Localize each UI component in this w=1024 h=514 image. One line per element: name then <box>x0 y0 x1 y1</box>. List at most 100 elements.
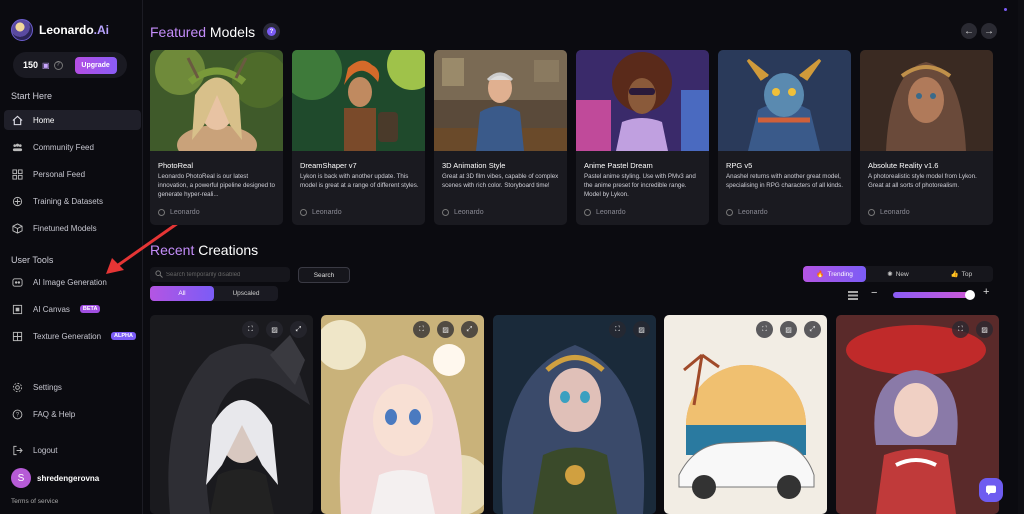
search-button[interactable]: Search <box>298 267 350 283</box>
tab-new[interactable]: ✺ New <box>866 266 929 282</box>
sidebar-item-faq-help[interactable]: ? FAQ & Help <box>4 404 141 424</box>
brand[interactable]: Leonardo.Ai <box>11 19 109 41</box>
remix-icon[interactable]: ⛶ <box>242 321 259 338</box>
sidebar-item-label: Training & Datasets <box>33 196 103 206</box>
sidebar-item-community-feed[interactable]: Community Feed <box>4 137 141 157</box>
hatch-icon[interactable]: ▨ <box>976 321 993 338</box>
model-description: A photorealistic style model from Lykon.… <box>868 173 977 189</box>
model-author: Leonardo <box>868 209 910 216</box>
model-thumbnail <box>576 50 709 151</box>
scrollbar[interactable] <box>1018 0 1024 514</box>
creation-card[interactable]: ⛶ ▨ ⤢ <box>150 315 313 514</box>
hatch-icon[interactable]: ▨ <box>780 321 797 338</box>
creation-card[interactable]: ⛶ ▨ <box>836 315 999 514</box>
model-card-rpg-v5[interactable]: RPG v5 Anashel returns with another grea… <box>718 50 851 225</box>
card-actions: ⛶ ▨ <box>952 321 993 338</box>
tab-upscaled[interactable]: Upscaled <box>214 286 278 301</box>
zoom-slider[interactable] <box>893 292 973 298</box>
filter-tabs: All Upscaled <box>150 286 278 301</box>
model-description: Great at 3D film vibes, capable of compl… <box>442 173 559 189</box>
card-actions: ⛶ ▨ <box>609 321 650 338</box>
model-author-name: Leonardo <box>454 209 484 216</box>
sidebar-item-label: Texture Generation <box>33 331 102 341</box>
remix-icon[interactable]: ⛶ <box>413 321 430 338</box>
tab-trending[interactable]: 🔥 Trending <box>803 266 867 282</box>
user-icon <box>300 209 307 216</box>
prev-arrow-button[interactable]: ← <box>961 23 977 39</box>
user-icon <box>158 209 165 216</box>
info-icon[interactable]: ? <box>53 60 63 70</box>
model-card-absolute-reality[interactable]: Absolute Reality v1.6 A photorealistic s… <box>860 50 993 225</box>
model-name: 3D Animation Style <box>442 161 506 170</box>
remix-icon[interactable]: ⛶ <box>952 321 969 338</box>
sidebar-item-label: Settings <box>33 382 62 392</box>
expand-icon[interactable]: ⤢ <box>461 321 478 338</box>
terms-of-service-link[interactable]: Terms of service <box>11 498 58 505</box>
sidebar-item-training-datasets[interactable]: Training & Datasets <box>4 191 141 211</box>
hatch-icon[interactable]: ▨ <box>266 321 283 338</box>
zoom-slider-handle[interactable] <box>965 290 975 300</box>
remix-icon[interactable]: ⛶ <box>609 321 626 338</box>
model-card-dreamshaper[interactable]: DreamShaper v7 Lykon is back with anothe… <box>292 50 425 225</box>
brand-suffix: .Ai <box>93 23 110 37</box>
model-name: DreamShaper v7 <box>300 161 357 170</box>
expand-icon[interactable]: ⤢ <box>290 321 307 338</box>
chat-icon <box>986 485 996 495</box>
sidebar-item-ai-canvas[interactable]: AI Canvas BETA <box>4 299 141 319</box>
sidebar-item-label: Personal Feed <box>33 169 86 179</box>
creation-image <box>493 315 656 514</box>
grid-view-icon[interactable] <box>848 291 858 300</box>
creation-card[interactable]: ⛶ ▨ <box>493 315 656 514</box>
question-icon: ? <box>267 27 276 36</box>
tab-top[interactable]: 👍 Top <box>930 266 993 282</box>
sidebar-item-ai-image-generation[interactable]: AI Image Generation <box>4 272 141 292</box>
upgrade-button[interactable]: Upgrade <box>74 56 117 74</box>
zoom-in-button[interactable]: + <box>983 286 989 298</box>
remix-icon[interactable]: ⛶ <box>756 321 773 338</box>
model-thumbnail <box>150 50 283 151</box>
model-author-name: Leonardo <box>312 209 342 216</box>
sidebar-item-texture-generation[interactable]: Texture Generation ALPHA <box>4 326 141 346</box>
next-arrow-button[interactable]: → <box>981 23 997 39</box>
zoom-out-button[interactable]: − <box>871 287 877 299</box>
model-author: Leonardo <box>158 209 200 216</box>
model-card-anime-pastel-dream[interactable]: Anime Pastel Dream Pastel anime styling.… <box>576 50 709 225</box>
community-icon <box>11 141 23 153</box>
sidebar-item-personal-feed[interactable]: Personal Feed <box>4 164 141 184</box>
brand-logo <box>11 19 33 41</box>
model-author-name: Leonardo <box>880 209 910 216</box>
canvas-icon <box>11 303 23 315</box>
chat-support-button[interactable] <box>979 478 1003 502</box>
card-actions: ⛶ ▨ ⤢ <box>756 321 821 338</box>
recent-title: Recent Creations <box>150 242 258 258</box>
recent-title-rest: Creations <box>194 242 259 258</box>
model-author-name: Leonardo <box>170 209 200 216</box>
sidebar-item-home[interactable]: Home <box>4 110 141 130</box>
hatch-icon[interactable]: ▨ <box>437 321 454 338</box>
model-description: Anashel returns with another great model… <box>726 173 843 189</box>
sidebar-item-label: Community Feed <box>33 142 94 152</box>
user-tools-title: User Tools <box>11 255 54 265</box>
creation-image <box>664 315 827 514</box>
sparkle-icon: ✺ <box>887 271 893 278</box>
search-input[interactable] <box>150 267 290 282</box>
user-profile[interactable]: S shredengerovna <box>11 468 99 488</box>
image-gen-icon <box>11 276 23 288</box>
app-root: Leonardo.Ai 150 ▣ ? Upgrade Start Here H… <box>0 0 1024 514</box>
model-name: Anime Pastel Dream <box>584 161 653 170</box>
model-card-3d-animation-style[interactable]: 3D Animation Style Great at 3D film vibe… <box>434 50 567 225</box>
expand-icon[interactable]: ⤢ <box>804 321 821 338</box>
sidebar-item-finetuned-models[interactable]: Finetuned Models <box>4 218 141 238</box>
model-name: PhotoReal <box>158 161 194 170</box>
beta-badge: BETA <box>79 305 101 313</box>
creation-card[interactable]: ⛶ ▨ ⤢ <box>664 315 827 514</box>
tab-all[interactable]: All <box>150 286 214 301</box>
creation-card[interactable]: ⛶ ▨ ⤢ <box>321 315 484 514</box>
sidebar-item-settings[interactable]: Settings <box>4 377 141 397</box>
hatch-icon[interactable]: ▨ <box>633 321 650 338</box>
model-card-photoreal[interactable]: PhotoReal Leonardo PhotoReal is our late… <box>150 50 283 225</box>
model-thumbnail <box>860 50 993 151</box>
sidebar-item-logout[interactable]: Logout <box>4 440 141 460</box>
featured-help-button[interactable]: ? <box>263 23 280 40</box>
status-dot <box>1004 8 1007 11</box>
